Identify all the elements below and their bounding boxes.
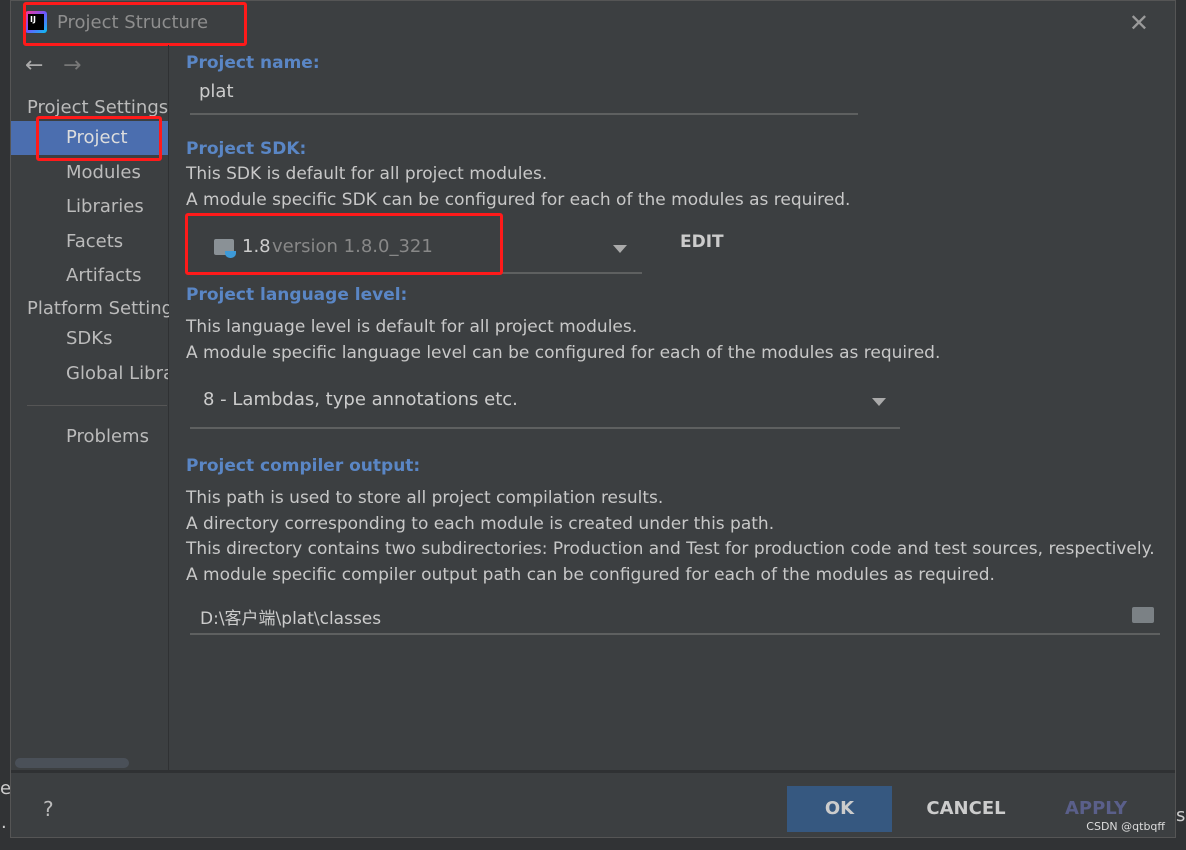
- background-text: .: [1, 812, 7, 833]
- sidebar-item-libraries[interactable]: Libraries: [11, 190, 168, 224]
- language-level-dropdown[interactable]: 8 - Lambdas, type annotations etc.: [190, 379, 900, 429]
- divider: [27, 405, 167, 406]
- language-level-description: This language level is default for all p…: [186, 317, 638, 337]
- section-project-settings: Project Settings: [27, 97, 169, 118]
- compiler-output-description: A directory corresponding to each module…: [186, 514, 775, 534]
- compiler-output-description: This directory contains two subdirectori…: [186, 539, 1155, 559]
- close-icon[interactable]: ✕: [1129, 9, 1149, 37]
- compiler-output-description: A module specific compiler output path c…: [186, 565, 995, 585]
- forward-arrow-icon[interactable]: →: [63, 53, 81, 78]
- sidebar: ← → Project Settings Project Modules Lib…: [11, 45, 169, 770]
- chevron-down-icon: [613, 245, 627, 253]
- dialog-footer: ? OK CANCEL APPLY CSDN @qtbqff: [11, 770, 1175, 839]
- help-button[interactable]: ?: [43, 797, 54, 821]
- ok-button[interactable]: OK: [787, 786, 892, 832]
- sdk-description: This SDK is default for all project modu…: [186, 164, 548, 184]
- compiler-output-label: Project compiler output:: [186, 456, 421, 476]
- sidebar-item-facets[interactable]: Facets: [11, 225, 168, 259]
- project-sdk-label: Project SDK:: [186, 139, 307, 159]
- project-name-label: Project name:: [186, 53, 320, 73]
- chevron-down-icon: [872, 398, 886, 406]
- folder-browse-icon[interactable]: [1132, 607, 1154, 623]
- language-level-label: Project language level:: [186, 285, 408, 305]
- cancel-button[interactable]: CANCEL: [916, 786, 1016, 832]
- watermark: CSDN @qtbqff: [1086, 820, 1165, 833]
- highlight-box: [36, 116, 162, 161]
- project-name-input[interactable]: plat: [190, 81, 858, 115]
- language-level-value: 8 - Lambdas, type annotations etc.: [203, 389, 518, 410]
- highlight-box: [23, 2, 247, 46]
- sidebar-item-global-libraries[interactable]: Global Libraries: [11, 357, 168, 391]
- section-platform-settings: Platform Settings: [27, 298, 169, 319]
- sdk-description: A module specific SDK can be configured …: [186, 190, 851, 210]
- sidebar-scrollbar[interactable]: [15, 758, 129, 768]
- compiler-output-value: D:\客户端\plat\classes: [200, 609, 382, 629]
- highlight-box: [185, 213, 503, 275]
- background-text: s: [1176, 805, 1186, 826]
- sidebar-item-artifacts[interactable]: Artifacts: [11, 259, 168, 293]
- language-level-description: A module specific language level can be …: [186, 343, 941, 363]
- back-arrow-icon[interactable]: ←: [25, 53, 43, 78]
- title-bar: IJ Project Structure ✕: [11, 1, 1175, 46]
- project-name-value: plat: [199, 81, 234, 102]
- compiler-output-description: This path is used to store all project c…: [186, 488, 664, 508]
- project-settings-panel: Project name: plat Project SDK: This SDK…: [170, 45, 1176, 770]
- sidebar-item-sdks[interactable]: SDKs: [11, 322, 168, 356]
- sidebar-item-modules[interactable]: Modules: [11, 156, 168, 190]
- sidebar-item-problems[interactable]: Problems: [11, 420, 168, 454]
- compiler-output-input[interactable]: D:\客户端\plat\classes: [190, 595, 1160, 635]
- edit-sdk-button[interactable]: EDIT: [680, 232, 724, 252]
- project-structure-dialog: IJ Project Structure ✕ ← → Project Setti…: [10, 0, 1176, 838]
